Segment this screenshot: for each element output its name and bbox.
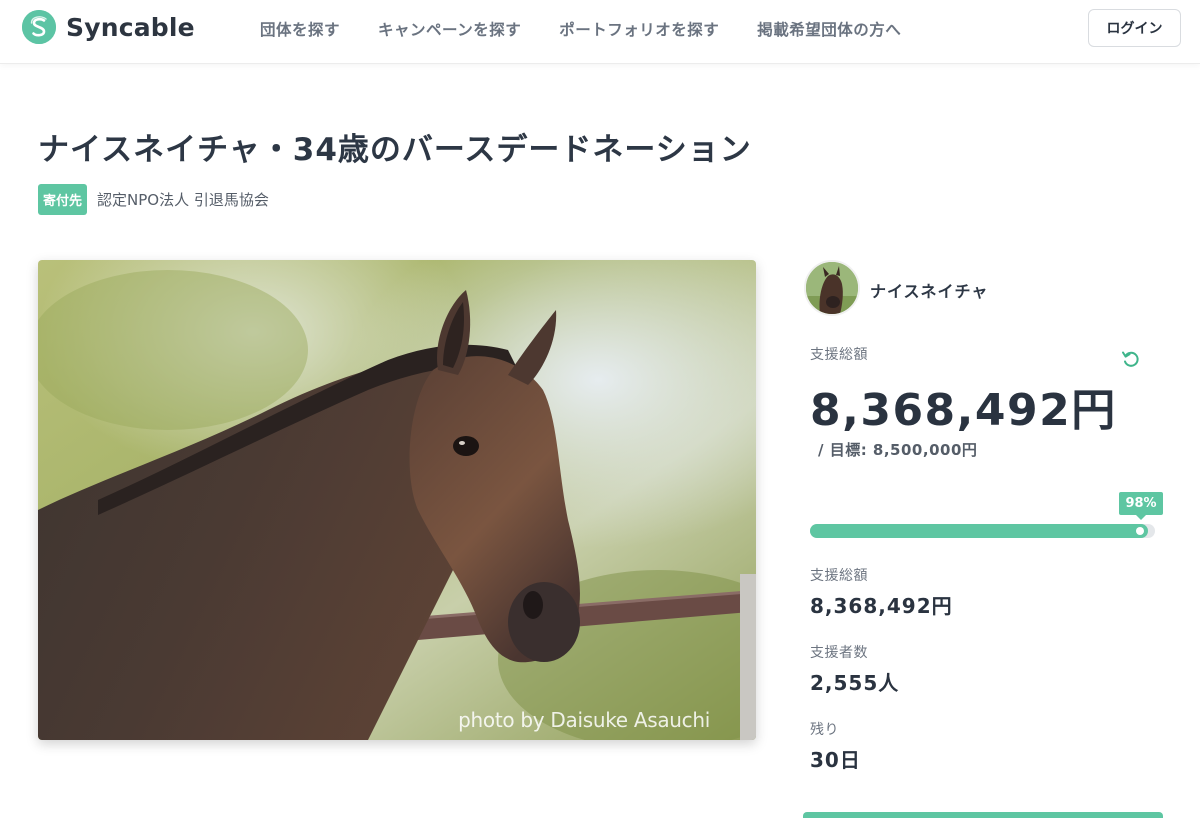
nav-find-portfolios[interactable]: ポートフォリオを探す [559, 18, 719, 40]
horse-photo [38, 260, 756, 740]
site-header: Syncable 団体を探す キャンペーンを探す ポートフォリオを探す 掲載希望… [0, 0, 1200, 64]
logo-link[interactable]: Syncable [22, 10, 195, 44]
recipient-row: 寄付先 認定NPO法人 引退馬協会 [38, 184, 269, 215]
campaign-title: ナイスネイチャ・34歳のバースデードネーション [38, 132, 752, 168]
stat-label-remaining: 残り [810, 722, 839, 738]
stat-label-supporters: 支援者数 [810, 645, 868, 661]
donate-button[interactable] [803, 812, 1163, 818]
progress-bar-fill [810, 524, 1148, 538]
progress-percent-tag: 98% [1119, 492, 1163, 520]
login-button[interactable]: ログイン [1088, 9, 1181, 47]
campaign-owner-avatar[interactable] [804, 260, 860, 316]
progress-bar-knob [1136, 527, 1144, 535]
main-nav: 団体を探す キャンペーンを探す ポートフォリオを探す 掲載希望団体の方へ [260, 18, 939, 40]
campaign-hero-image: photo by Daisuke Asauchi [38, 260, 756, 740]
organization-link[interactable]: 認定NPO法人 引退馬協会 [97, 189, 269, 210]
goal-amount: / 目標: 8,500,000円 [818, 441, 978, 459]
nav-find-organizations[interactable]: 団体を探す [260, 18, 340, 40]
stat-value-remaining: 30日 [810, 748, 861, 772]
stat-value-total: 8,368,492円 [810, 594, 953, 618]
total-amount: 8,368,492円 [810, 385, 1117, 436]
brand-name: Syncable [66, 12, 195, 42]
stat-value-supporters: 2,555人 [810, 671, 900, 695]
progress-bar [810, 524, 1155, 538]
recipient-badge: 寄付先 [38, 184, 88, 215]
refresh-icon[interactable] [1120, 348, 1142, 370]
campaign-owner-name[interactable]: ナイスネイチャ [870, 278, 988, 302]
photo-credit: photo by Daisuke Asauchi [458, 708, 710, 732]
total-label: 支援総額 [810, 347, 868, 363]
nav-for-organizations[interactable]: 掲載希望団体の方へ [757, 18, 901, 40]
stat-label-total: 支援総額 [810, 568, 868, 584]
nav-find-campaigns[interactable]: キャンペーンを探す [378, 18, 521, 40]
syncable-logo-icon [22, 10, 56, 44]
